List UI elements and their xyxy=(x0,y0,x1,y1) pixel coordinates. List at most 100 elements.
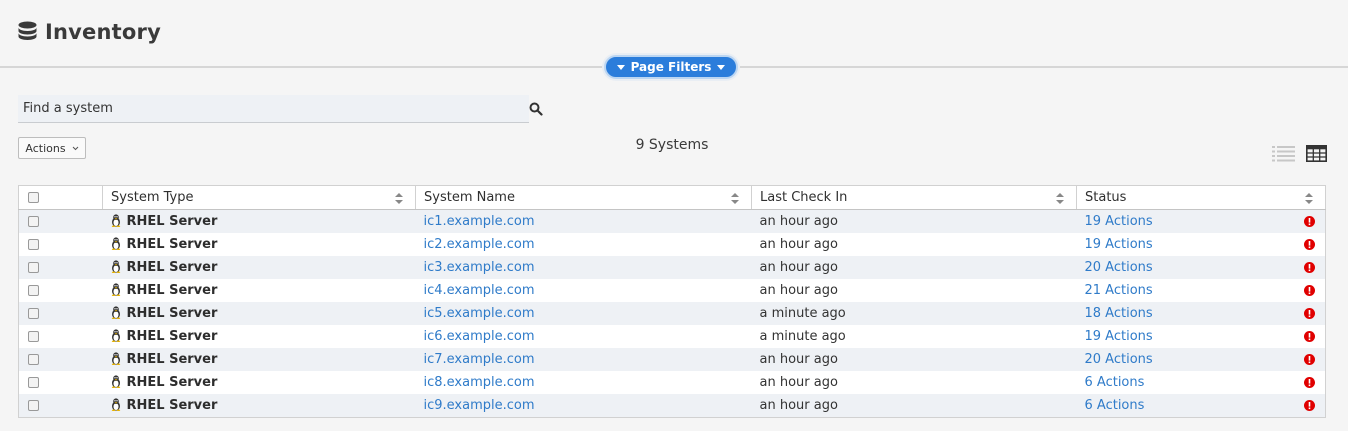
row-select-cell xyxy=(18,256,103,279)
system-name-cell: ic1.example.com xyxy=(415,209,752,233)
last-check-in-cell: an hour ago xyxy=(751,233,1077,256)
system-name-link[interactable]: ic7.example.com xyxy=(424,352,535,367)
last-check-in-cell: an hour ago xyxy=(751,209,1077,233)
table-row: RHEL Server ic5.example.com a minute ago 18… xyxy=(18,302,1326,325)
column-header-last-check-in[interactable]: Last Check In xyxy=(751,185,1077,210)
system-name-cell: ic2.example.com xyxy=(415,233,752,256)
table-row: RHEL Server ic6.example.com a minute ago 19… xyxy=(18,325,1326,348)
column-label: Last Check In xyxy=(760,190,848,205)
system-type-cell: RHEL Server xyxy=(102,233,416,256)
linux-penguin-icon xyxy=(111,329,120,342)
row-select-cell xyxy=(18,233,103,256)
select-all-header xyxy=(18,185,103,210)
alert-icon xyxy=(1304,354,1315,365)
linux-penguin-icon xyxy=(111,237,120,250)
sort-icon xyxy=(395,193,403,204)
alert-icon xyxy=(1304,400,1315,411)
system-type-cell: RHEL Server xyxy=(102,302,416,325)
alert-icon xyxy=(1304,308,1315,319)
system-name-cell: ic9.example.com xyxy=(415,394,752,418)
column-label: System Name xyxy=(424,190,515,205)
last-check-in-cell: an hour ago xyxy=(751,371,1077,394)
last-check-in-cell: an hour ago xyxy=(751,279,1077,302)
status-cell: 19 Actions xyxy=(1076,233,1326,256)
page-title-text: Inventory xyxy=(45,20,161,44)
status-actions-link[interactable]: 19 Actions xyxy=(1085,329,1153,344)
status-actions-link[interactable]: 19 Actions xyxy=(1085,237,1153,252)
status-cell: 20 Actions xyxy=(1076,348,1326,371)
list-view-icon[interactable] xyxy=(1272,145,1295,162)
last-check-in-cell: a minute ago xyxy=(751,325,1077,348)
row-checkbox[interactable] xyxy=(28,285,39,296)
sort-icon xyxy=(731,193,739,204)
table-row: RHEL Server ic2.example.com an hour ago 19 … xyxy=(18,233,1326,256)
row-checkbox[interactable] xyxy=(28,377,39,388)
actions-label: Actions xyxy=(25,141,66,155)
system-type: RHEL Server xyxy=(126,352,218,367)
sort-icon xyxy=(1305,193,1313,204)
search-icon[interactable] xyxy=(529,102,543,116)
column-header-system-name[interactable]: System Name xyxy=(415,185,752,210)
status-actions-link[interactable]: 18 Actions xyxy=(1085,306,1153,321)
table-view-icon[interactable] xyxy=(1306,145,1327,162)
linux-penguin-icon xyxy=(111,283,120,296)
last-check-in-cell: a minute ago xyxy=(751,302,1077,325)
row-checkbox[interactable] xyxy=(28,331,39,342)
column-header-status[interactable]: Status xyxy=(1076,185,1326,210)
status-actions-link[interactable]: 20 Actions xyxy=(1085,260,1153,275)
system-type-cell: RHEL Server xyxy=(102,348,416,371)
system-name-link[interactable]: ic8.example.com xyxy=(424,375,535,390)
page-filters-label: Page Filters xyxy=(630,60,712,74)
column-label: Status xyxy=(1085,190,1127,205)
alert-icon xyxy=(1304,331,1315,342)
row-checkbox[interactable] xyxy=(28,354,39,365)
row-checkbox[interactable] xyxy=(28,400,39,411)
system-name-link[interactable]: ic9.example.com xyxy=(424,398,535,413)
system-name-link[interactable]: ic6.example.com xyxy=(424,329,535,344)
last-check-in-cell: an hour ago xyxy=(751,256,1077,279)
system-type: RHEL Server xyxy=(126,237,218,252)
actions-dropdown[interactable]: Actions xyxy=(18,137,86,159)
system-name-link[interactable]: ic4.example.com xyxy=(424,283,535,298)
status-cell: 6 Actions xyxy=(1076,371,1326,394)
page-filters-button[interactable]: Page Filters xyxy=(604,55,738,79)
status-actions-link[interactable]: 19 Actions xyxy=(1085,214,1153,229)
system-name-link[interactable]: ic2.example.com xyxy=(424,237,535,252)
alert-icon xyxy=(1304,216,1315,227)
chevron-down-icon xyxy=(72,146,78,150)
system-type-cell: RHEL Server xyxy=(102,209,416,233)
system-name-link[interactable]: ic5.example.com xyxy=(424,306,535,321)
row-checkbox[interactable] xyxy=(28,308,39,319)
alert-icon xyxy=(1304,377,1315,388)
status-cell: 21 Actions xyxy=(1076,279,1326,302)
table-row: RHEL Server ic3.example.com an hour ago 20 … xyxy=(18,256,1326,279)
row-select-cell xyxy=(18,371,103,394)
row-checkbox[interactable] xyxy=(28,216,39,227)
system-type: RHEL Server xyxy=(126,260,218,275)
linux-penguin-icon xyxy=(111,214,120,227)
search-input[interactable] xyxy=(18,95,529,122)
select-all-checkbox[interactable] xyxy=(28,192,39,203)
linux-penguin-icon xyxy=(111,398,120,411)
caret-down-icon xyxy=(616,64,625,70)
row-select-cell xyxy=(18,348,103,371)
status-actions-link[interactable]: 20 Actions xyxy=(1085,352,1153,367)
last-check-in-cell: an hour ago xyxy=(751,394,1077,418)
system-name-link[interactable]: ic3.example.com xyxy=(424,260,535,275)
system-type-cell: RHEL Server xyxy=(102,394,416,418)
alert-icon xyxy=(1304,285,1315,296)
row-checkbox[interactable] xyxy=(28,262,39,273)
status-actions-link[interactable]: 6 Actions xyxy=(1085,375,1145,390)
column-header-system-type[interactable]: System Type xyxy=(102,185,416,210)
row-select-cell xyxy=(18,394,103,418)
system-name-cell: ic5.example.com xyxy=(415,302,752,325)
status-actions-link[interactable]: 21 Actions xyxy=(1085,283,1153,298)
status-actions-link[interactable]: 6 Actions xyxy=(1085,398,1145,413)
status-cell: 19 Actions xyxy=(1076,209,1326,233)
row-checkbox[interactable] xyxy=(28,239,39,250)
status-cell: 6 Actions xyxy=(1076,394,1326,418)
system-name-cell: ic7.example.com xyxy=(415,348,752,371)
system-name-link[interactable]: ic1.example.com xyxy=(424,214,535,229)
status-cell: 19 Actions xyxy=(1076,325,1326,348)
search-box xyxy=(18,95,529,123)
